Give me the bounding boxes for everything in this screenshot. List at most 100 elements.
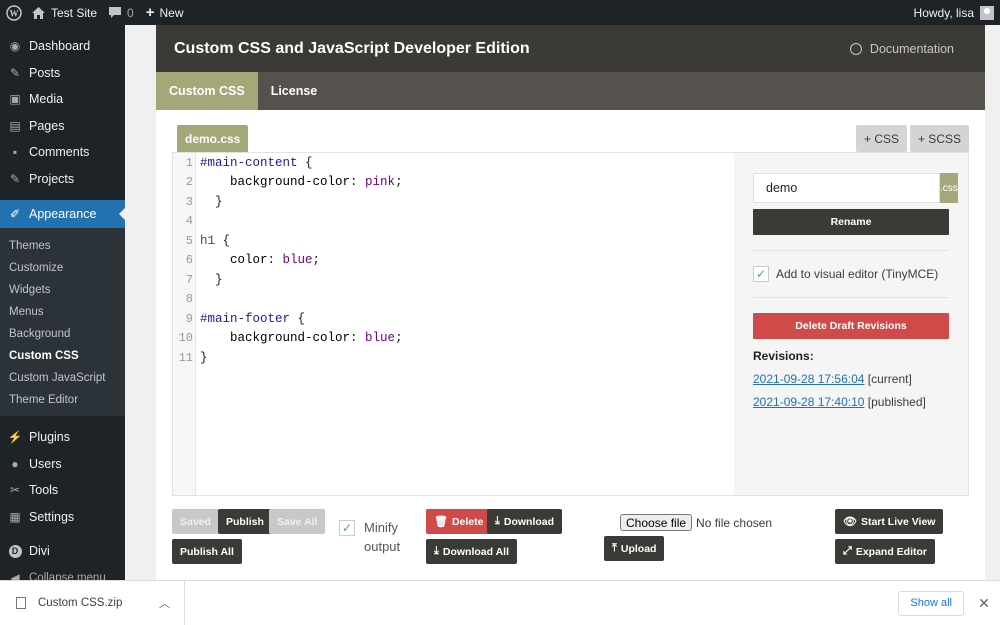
site-name-link[interactable]: Test Site bbox=[26, 0, 103, 25]
expand-label: Expand Editor bbox=[855, 545, 927, 558]
pushpin-icon: ✎ bbox=[9, 171, 21, 186]
sidebar-item-comments[interactable]: ▪ Comments bbox=[0, 139, 125, 166]
upload-icon: ⤒ bbox=[612, 542, 617, 554]
code-token: #main-footer bbox=[200, 311, 291, 326]
plus-icon: + bbox=[145, 4, 155, 21]
admin-sidebar: ◉ Dashboard ✎ Posts ▣ Media ▤ Pages ▪ Comments ✎ Pr… bbox=[0, 25, 125, 580]
revision-tag: [published] bbox=[867, 395, 926, 409]
code-token: background-color bbox=[200, 175, 351, 190]
start-live-view-button[interactable]: 👁 Start Live View bbox=[835, 509, 944, 534]
code-text: } bbox=[196, 195, 223, 209]
my-account-link[interactable]: Howdy, lisa bbox=[908, 0, 1000, 25]
line-number: 11 bbox=[178, 350, 193, 365]
submenu-item-menus[interactable]: Menus bbox=[0, 301, 125, 323]
visual-editor-checkbox[interactable]: ✓ bbox=[753, 266, 769, 282]
code-text: color: blue; bbox=[196, 253, 320, 267]
chevron-up-icon[interactable]: ︿ bbox=[159, 595, 170, 611]
file-settings-panel: .css Rename ✓ Add to visual editor (Tiny… bbox=[734, 153, 968, 495]
code-text: background-color: blue; bbox=[196, 331, 403, 345]
upload-button[interactable]: ⤒ Upload bbox=[604, 536, 665, 561]
media-icon: ▣ bbox=[9, 92, 21, 107]
sidebar-item-plugins[interactable]: ⚡ Plugins bbox=[0, 424, 125, 451]
sidebar-item-appearance[interactable]: ✐ Appearance bbox=[0, 200, 125, 228]
code-token: } bbox=[200, 350, 208, 365]
documentation-link[interactable]: Documentation bbox=[849, 42, 967, 56]
submenu-item-background[interactable]: Background bbox=[0, 323, 125, 345]
close-icon[interactable]: ✕ bbox=[968, 595, 1000, 612]
sidebar-item-users[interactable]: ● Users bbox=[0, 451, 125, 478]
delete-button[interactable]: 🗑 Delete bbox=[426, 509, 492, 534]
sidebar-item-label: Media bbox=[29, 92, 64, 107]
code-line: 6 color: blue; bbox=[173, 251, 734, 271]
submenu-item-custom-javascript[interactable]: Custom JavaScript bbox=[0, 367, 125, 389]
code-line: 5 h1 { bbox=[173, 231, 734, 251]
download-file-name: Custom CSS.zip bbox=[38, 597, 123, 609]
no-file-text: No file chosen bbox=[696, 515, 773, 530]
file-name-input[interactable] bbox=[753, 173, 940, 203]
wordpress-logo-icon[interactable]: W bbox=[0, 0, 26, 25]
home-icon bbox=[32, 6, 45, 19]
show-all-button[interactable]: Show all bbox=[898, 590, 964, 616]
expand-icon: ⤢ bbox=[843, 545, 852, 557]
revision-tag: [current] bbox=[867, 372, 912, 386]
revision-link[interactable]: 2021-09-28 17:40:10 bbox=[753, 395, 864, 409]
expand-editor-button[interactable]: ⤢ Expand Editor bbox=[835, 539, 935, 564]
sidebar-item-label: Pages bbox=[29, 118, 65, 133]
appearance-submenu: Themes Customize Widgets Menus Background Cus… bbox=[0, 228, 125, 416]
publish-button[interactable]: Publish bbox=[218, 509, 272, 534]
sidebar-item-dashboard[interactable]: ◉ Dashboard bbox=[0, 33, 125, 60]
sidebar-item-pages[interactable]: ▤ Pages bbox=[0, 113, 125, 140]
code-token: { bbox=[215, 233, 231, 248]
sidebar-item-label: Settings bbox=[29, 509, 75, 524]
download-item[interactable]: Custom CSS.zip ︿ bbox=[0, 580, 185, 625]
submenu-item-custom-css[interactable]: Custom CSS bbox=[0, 345, 125, 367]
new-content-link[interactable]: + New bbox=[140, 0, 190, 25]
sidebar-item-label: Dashboard bbox=[29, 39, 91, 54]
saved-button[interactable]: Saved bbox=[172, 509, 219, 534]
rename-button[interactable]: Rename bbox=[753, 209, 949, 235]
submenu-item-themes[interactable]: Themes bbox=[0, 235, 125, 257]
download-all-button[interactable]: ⤓ Download All bbox=[426, 539, 517, 564]
add-scss-button[interactable]: + SCSS bbox=[909, 125, 969, 152]
line-number: 2 bbox=[185, 175, 193, 190]
sidebar-item-posts[interactable]: ✎ Posts bbox=[0, 60, 125, 87]
revision-link[interactable]: 2021-09-28 17:56:04 bbox=[753, 372, 864, 386]
choose-file-button[interactable]: Choose file bbox=[620, 514, 693, 531]
download-button[interactable]: ⤓ Download bbox=[487, 509, 563, 534]
tab-license[interactable]: License bbox=[258, 72, 331, 110]
collapse-label: Collapse menu bbox=[29, 571, 106, 580]
code-editor[interactable]: 1 #main-content {2 background-color: pink… bbox=[173, 153, 734, 495]
code-text: } bbox=[196, 351, 208, 365]
tools-icon: ✂ bbox=[9, 483, 21, 498]
sidebar-item-media[interactable]: ▣ Media bbox=[0, 86, 125, 113]
sidebar-item-divi[interactable]: D Divi bbox=[0, 538, 125, 565]
tab-custom-css[interactable]: Custom CSS bbox=[156, 72, 258, 110]
code-token: : bbox=[350, 331, 366, 346]
submenu-item-theme-editor[interactable]: Theme Editor bbox=[0, 389, 125, 411]
sidebar-item-projects[interactable]: ✎ Projects bbox=[0, 166, 125, 193]
minify-checkbox[interactable]: ✓ bbox=[339, 520, 355, 536]
avatar bbox=[980, 5, 994, 20]
sidebar-item-settings[interactable]: ▦ Settings bbox=[0, 504, 125, 531]
code-token: pink bbox=[365, 175, 396, 190]
publish-all-button[interactable]: Publish All bbox=[172, 539, 242, 564]
file-tab-demo-css[interactable]: demo.css bbox=[177, 125, 249, 153]
minify-option: ✓ Minify output bbox=[339, 518, 414, 556]
code-token: ; bbox=[395, 331, 403, 346]
comment-bubble-icon bbox=[109, 6, 122, 18]
code-text: background-color: pink; bbox=[196, 175, 403, 189]
collapse-menu-button[interactable]: ◀ Collapse menu bbox=[0, 565, 125, 580]
comments-link[interactable]: 0 bbox=[103, 0, 140, 25]
divider bbox=[753, 250, 949, 251]
submenu-item-widgets[interactable]: Widgets bbox=[0, 279, 125, 301]
sidebar-item-tools[interactable]: ✂ Tools bbox=[0, 477, 125, 504]
add-css-button[interactable]: + CSS bbox=[855, 125, 907, 152]
save-all-button[interactable]: Save All bbox=[269, 509, 326, 534]
settings-icon: ▦ bbox=[9, 509, 21, 524]
sidebar-item-label: Projects bbox=[29, 171, 75, 186]
submenu-item-customize[interactable]: Customize bbox=[0, 257, 125, 279]
sidebar-item-label: Appearance bbox=[29, 207, 97, 221]
delete-label: Delete bbox=[451, 515, 484, 528]
delete-draft-revisions-button[interactable]: Delete Draft Revisions bbox=[753, 313, 949, 339]
new-label: New bbox=[159, 5, 184, 20]
